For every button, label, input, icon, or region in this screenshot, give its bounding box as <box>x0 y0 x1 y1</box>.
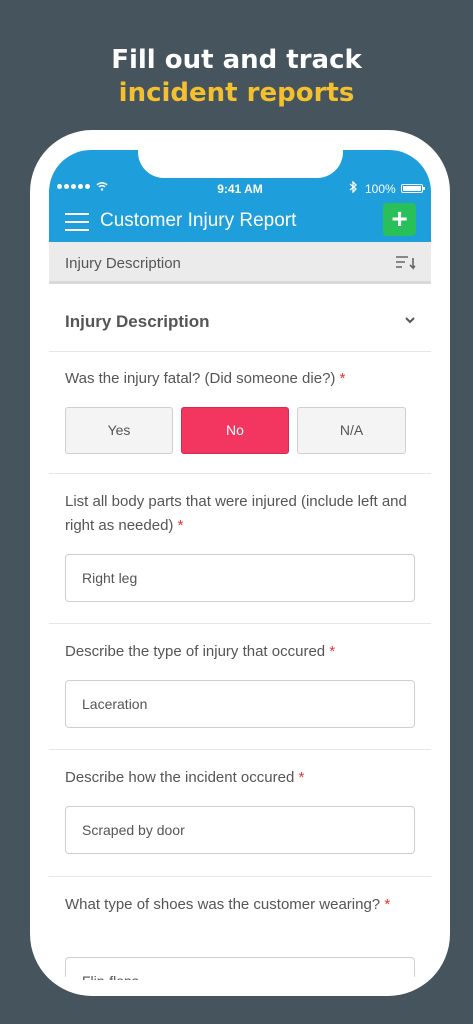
chevron-down-icon[interactable] <box>403 313 417 327</box>
section-bar-label: Injury Description <box>65 255 181 272</box>
question-shoes-label: What type of shoes was the customer wear… <box>65 896 381 913</box>
battery-icon <box>401 184 425 193</box>
required-marker: * <box>384 896 391 913</box>
divider <box>49 473 431 474</box>
divider <box>49 623 431 624</box>
question-how-label: Describe how the incident occured <box>65 769 295 786</box>
phone-notch <box>138 148 343 178</box>
body-parts-input[interactable]: Right leg <box>65 554 415 602</box>
divider <box>49 876 431 877</box>
promo-line-1: Fill out and track <box>111 45 362 75</box>
required-marker: * <box>177 517 184 534</box>
incident-how-input[interactable]: Scraped by door <box>65 806 415 854</box>
required-marker: * <box>329 643 336 660</box>
option-no-button[interactable]: No <box>181 407 289 454</box>
battery-percent: 100% <box>365 182 396 196</box>
status-bar: 9:41 AM 100% <box>49 180 431 198</box>
promo-line-2: incident reports <box>118 78 355 108</box>
add-button[interactable]: + <box>383 203 416 236</box>
question-injury-type: Describe the type of injury that occured… <box>65 640 415 664</box>
required-marker: * <box>298 769 305 786</box>
required-marker: * <box>339 370 346 387</box>
menu-icon[interactable] <box>65 213 89 231</box>
page-title: Customer Injury Report <box>100 210 297 231</box>
question-how: Describe how the incident occured * <box>65 766 415 790</box>
question-fatal: Was the injury fatal? (Did someone die?)… <box>65 367 415 391</box>
option-na-button[interactable]: N/A <box>297 407 406 454</box>
bluetooth-icon <box>349 180 357 196</box>
section-header[interactable]: Injury Description <box>49 287 431 352</box>
section-bar[interactable]: Injury Description <box>49 242 431 284</box>
question-injury-type-label: Describe the type of injury that occured <box>65 643 326 660</box>
option-yes-button[interactable]: Yes <box>65 407 173 454</box>
question-shoes: What type of shoes was the customer wear… <box>65 893 415 917</box>
question-body-parts: List all body parts that were injured (i… <box>65 490 415 538</box>
injury-type-input[interactable]: Laceration <box>65 680 415 728</box>
section-title: Injury Description <box>65 312 210 331</box>
app-screen: 9:41 AM 100% Customer Injury Report + In… <box>49 150 431 980</box>
divider <box>49 749 431 750</box>
sort-icon[interactable] <box>395 254 417 272</box>
promo-headline: Fill out and track incident reports <box>0 44 473 110</box>
question-body-parts-label: List all body parts that were injured (i… <box>65 493 407 534</box>
shoes-input[interactable]: Flip-flops <box>65 957 415 980</box>
question-fatal-label: Was the injury fatal? (Did someone die?) <box>65 370 336 387</box>
